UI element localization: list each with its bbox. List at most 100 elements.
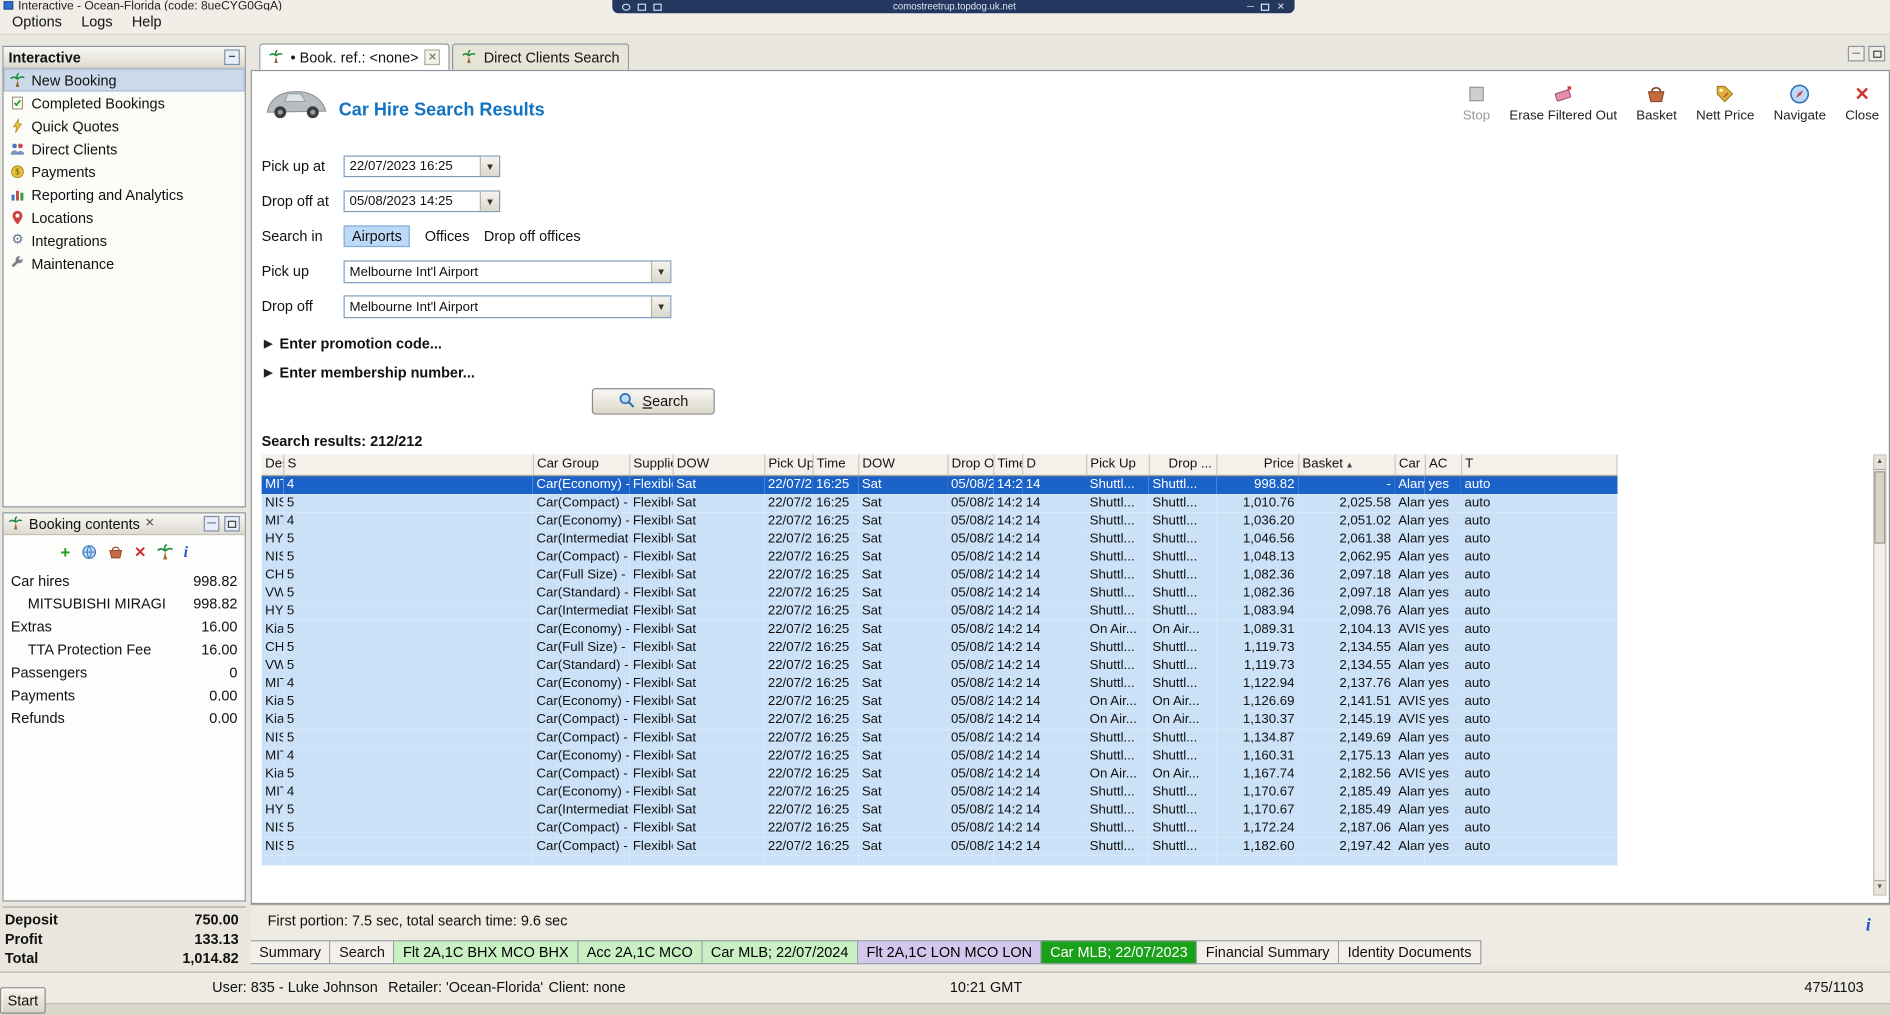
sidebar-item-quick-quotes[interactable]: Quick Quotes	[4, 115, 245, 138]
dropdown-arrow-icon[interactable]: ▼	[479, 156, 500, 176]
search-button[interactable]: Search	[591, 388, 715, 415]
sidebar-item-completed-bookings[interactable]: Completed Bookings	[4, 92, 245, 115]
sidebar-item-direct-clients[interactable]: Direct Clients	[4, 137, 245, 160]
result-row[interactable]: MITSUBISHI MIRAG... 4 Car(Economy) - Inc…	[261, 511, 1617, 530]
pickup-datetime-combo[interactable]: 22/07/2023 16:25 ▼	[343, 155, 501, 178]
booking-item-row[interactable]: MITSUBISHI MIRAGI 998.82	[4, 592, 245, 615]
nett-price-button[interactable]: Nett Price	[1696, 82, 1754, 123]
connection-minimize-button[interactable]: ─	[1247, 1, 1254, 13]
minimize-button[interactable]: ─	[1847, 45, 1865, 62]
column-header[interactable]: Time▲	[812, 454, 859, 476]
booking-item-row[interactable]: Refunds 0.00	[4, 706, 245, 729]
column-header[interactable]: Drop ...▲	[1148, 454, 1217, 476]
sidebar-item-maintenance[interactable]: Maintenance	[4, 252, 245, 275]
info-icon[interactable]: i	[184, 542, 188, 561]
result-row[interactable]: NISSAN VERSA OR ... 5 Car(Compact) - Gol…	[261, 837, 1617, 856]
booking-item-row[interactable]: Extras 16.00	[4, 615, 245, 638]
tab-close-icon[interactable]: ✕	[424, 49, 441, 66]
booking-item-row[interactable]: Payments 0.00	[4, 683, 245, 706]
booking-section-tab[interactable]: Summary	[250, 940, 331, 965]
column-header[interactable]: Pick Up▲	[1086, 454, 1150, 476]
option-airports[interactable]: Airports	[343, 225, 411, 248]
sidebar-item-payments[interactable]: $ Payments	[4, 160, 245, 183]
dropdown-arrow-icon[interactable]: ▼	[650, 296, 671, 318]
promotion-code-expander[interactable]: ▶ Enter promotion code...	[264, 335, 442, 352]
booking-section-tab[interactable]: Flt 2A,1C BHX MCO BHX	[394, 940, 579, 965]
palm-export-icon[interactable]	[157, 543, 174, 560]
column-header[interactable]: Basket ▲	[1298, 454, 1396, 476]
result-row[interactable]: CHEVROLET MALIB... 5 Car(Full Size) - In…	[261, 565, 1617, 584]
result-row[interactable]: NISSAN VERSA OR ... 5 Car(Compact) - Inc…	[261, 493, 1617, 512]
result-row[interactable]: HYUNDAI ELANTR... 5 Car(Intermediate) - …	[261, 602, 1617, 621]
result-row[interactable]: MITSUBISHI MIRAG... 4 Car(Economy) - Gol…	[261, 782, 1617, 801]
close-button[interactable]: ✕ Close	[1845, 82, 1879, 123]
column-header[interactable]: S▲	[283, 454, 534, 476]
result-row[interactable]: VW JETTA OR SIMIL... 5 Car(Standard) - I…	[261, 583, 1617, 603]
membership-number-expander[interactable]: ▶ Enter membership number...	[264, 364, 475, 381]
close-panel-icon[interactable]: ✕	[145, 516, 155, 530]
booking-section-tab[interactable]: Flt 2A,1C LON MCO LON	[858, 940, 1042, 965]
column-header[interactable]: Car Group▲	[532, 454, 630, 476]
booking-item-row[interactable]: TTA Protection Fee 16.00	[4, 638, 245, 661]
scroll-up-icon[interactable]: ▲	[1874, 455, 1886, 471]
start-button[interactable]: Start	[0, 987, 46, 1014]
column-header[interactable]: Pick Up At▲	[764, 454, 814, 476]
menu-item-options[interactable]: Options	[2, 11, 71, 34]
result-row[interactable]: Kia Rio or similar 5 Car(Economy) - Incl…	[261, 620, 1617, 639]
navigate-button[interactable]: Navigate	[1774, 82, 1826, 123]
result-row[interactable]: MITSUBISHI MIRAG... 4 Car(Economy) - Inc…	[261, 746, 1617, 765]
collapse-panel-button[interactable]: −	[224, 49, 240, 66]
column-header[interactable]: Price▲	[1216, 454, 1299, 476]
dropdown-arrow-icon[interactable]: ▼	[479, 191, 500, 211]
column-header[interactable]: D▲	[1022, 454, 1087, 476]
result-row[interactable]: NISSAN VERSA OR ... 5 Car(Compact) - Inc…	[261, 728, 1617, 747]
basket-button[interactable]: Basket	[1636, 82, 1677, 123]
erase-filtered-out-button[interactable]: Erase Filtered Out	[1509, 82, 1617, 123]
scrollbar-thumb[interactable]	[1874, 471, 1886, 544]
column-header[interactable]: DOW▲	[858, 454, 949, 476]
vertical-scrollbar[interactable]: ▲ ▼	[1873, 454, 1887, 896]
sidebar-item-new-booking[interactable]: New Booking	[3, 68, 245, 92]
tab-booking-ref[interactable]: • Book. ref.: <none> ✕	[259, 43, 450, 70]
booking-section-tab[interactable]: Car MLB; 22/07/2023	[1041, 940, 1198, 965]
tab-direct-clients-search[interactable]: Direct Clients Search	[452, 43, 630, 70]
panel-restore-button[interactable]	[224, 515, 240, 532]
basket-add-icon[interactable]	[108, 544, 124, 560]
dropoff-location-combo[interactable]: Melbourne Int'l Airport ▼	[343, 295, 672, 319]
column-header[interactable]: AC▲	[1424, 454, 1462, 476]
scroll-down-icon[interactable]: ▼	[1874, 879, 1886, 895]
panel-minimize-button[interactable]: ─	[203, 515, 220, 532]
result-row[interactable]: NISSAN VERSA OR ... 5 Car(Compact) - Inc…	[261, 819, 1617, 838]
result-row[interactable]: VW JETTA OR SIMIL... 5 Car(Standard) - I…	[261, 656, 1617, 675]
result-row[interactable]: MITSUBISHI MIRAG... 4 Car(Economy) - Inc…	[261, 674, 1617, 693]
dropdown-arrow-icon[interactable]: ▼	[650, 261, 671, 283]
dropoff-datetime-combo[interactable]: 05/08/2023 14:25 ▼	[343, 190, 501, 213]
connection-close-button[interactable]: ✕	[1277, 1, 1285, 13]
pin-icon[interactable]	[621, 3, 631, 11]
booking-item-row[interactable]: Car hires 998.82	[4, 569, 245, 592]
sidebar-item-reporting[interactable]: Reporting and Analytics	[4, 183, 245, 206]
result-row[interactable]: MITSUBISHI MIRAG... 4 Car(Economy) - Inc…	[261, 474, 1617, 494]
booking-section-tab[interactable]: Car MLB; 22/07/2024	[702, 940, 859, 965]
sidebar-item-locations[interactable]: Locations	[4, 206, 245, 229]
result-row[interactable]: Kia Soul or similar 5 Car(Compact) - Inc…	[261, 764, 1617, 783]
result-row[interactable]: HYUNDAI ELANTR... 5 Car(Intermediate) - …	[261, 529, 1617, 548]
connection-restore-button[interactable]	[1261, 3, 1270, 11]
menu-item-help[interactable]: Help	[122, 11, 171, 34]
sidebar-item-integrations[interactable]: ⚙ Integrations	[4, 229, 245, 252]
booking-section-tab[interactable]: Acc 2A,1C MCO	[578, 940, 703, 965]
booking-section-tab[interactable]: Search	[330, 940, 395, 965]
column-header[interactable]: T▲	[1460, 454, 1618, 476]
result-row[interactable]: NISSAN VERSA OR ... 5 Car(Compact) - Inc…	[261, 547, 1617, 566]
result-row[interactable]: Kia Rio or similar 5 Car(Economy) - Incl…	[261, 692, 1617, 711]
menu-item-logs[interactable]: Logs	[72, 11, 123, 34]
result-row[interactable]: Kia Soul or similar 5 Car(Compact) - Inc…	[261, 710, 1617, 729]
restore-button[interactable]	[1868, 45, 1886, 62]
booking-item-row[interactable]: Passengers 0	[4, 661, 245, 684]
column-header[interactable]: Description▲	[261, 454, 284, 476]
option-dropoff-offices[interactable]: Drop off offices	[484, 228, 581, 245]
result-row[interactable]: HYUNDAI ELANTR... 5 Car(Intermediate) - …	[261, 800, 1617, 820]
column-header[interactable]: Time▲	[993, 454, 1023, 476]
remove-item-icon[interactable]: ✕	[134, 543, 146, 560]
column-header[interactable]: Car Supplier▲	[1394, 454, 1426, 476]
